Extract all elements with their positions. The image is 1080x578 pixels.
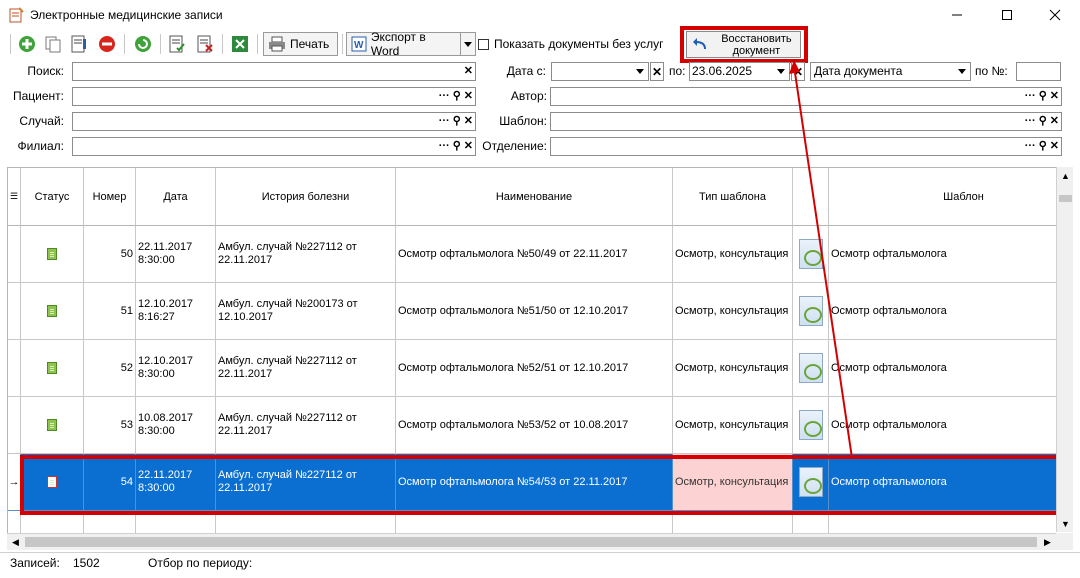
scroll-thumb[interactable] — [25, 537, 1037, 547]
scroll-right-icon[interactable]: ▶ — [1039, 534, 1056, 551]
scroll-left-icon[interactable]: ◀ — [7, 534, 24, 551]
annotation-arrow — [789, 60, 853, 459]
scroll-corner — [1056, 533, 1073, 550]
scroll-down-icon[interactable]: ▼ — [1057, 515, 1074, 532]
horizontal-scrollbar[interactable]: ◀ ▶ — [7, 533, 1056, 550]
scroll-up-icon[interactable]: ▲ — [1057, 167, 1074, 184]
records-label: Записей: — [10, 556, 60, 570]
period-filter-label: Отбор по периоду: — [148, 556, 253, 570]
vertical-scrollbar[interactable]: ▲ ▼ — [1056, 167, 1073, 532]
scroll-thumb[interactable] — [1059, 195, 1072, 202]
status-bar: Записей: 1502 Отбор по периоду: — [0, 552, 1080, 572]
records-count: 1502 — [73, 556, 100, 570]
